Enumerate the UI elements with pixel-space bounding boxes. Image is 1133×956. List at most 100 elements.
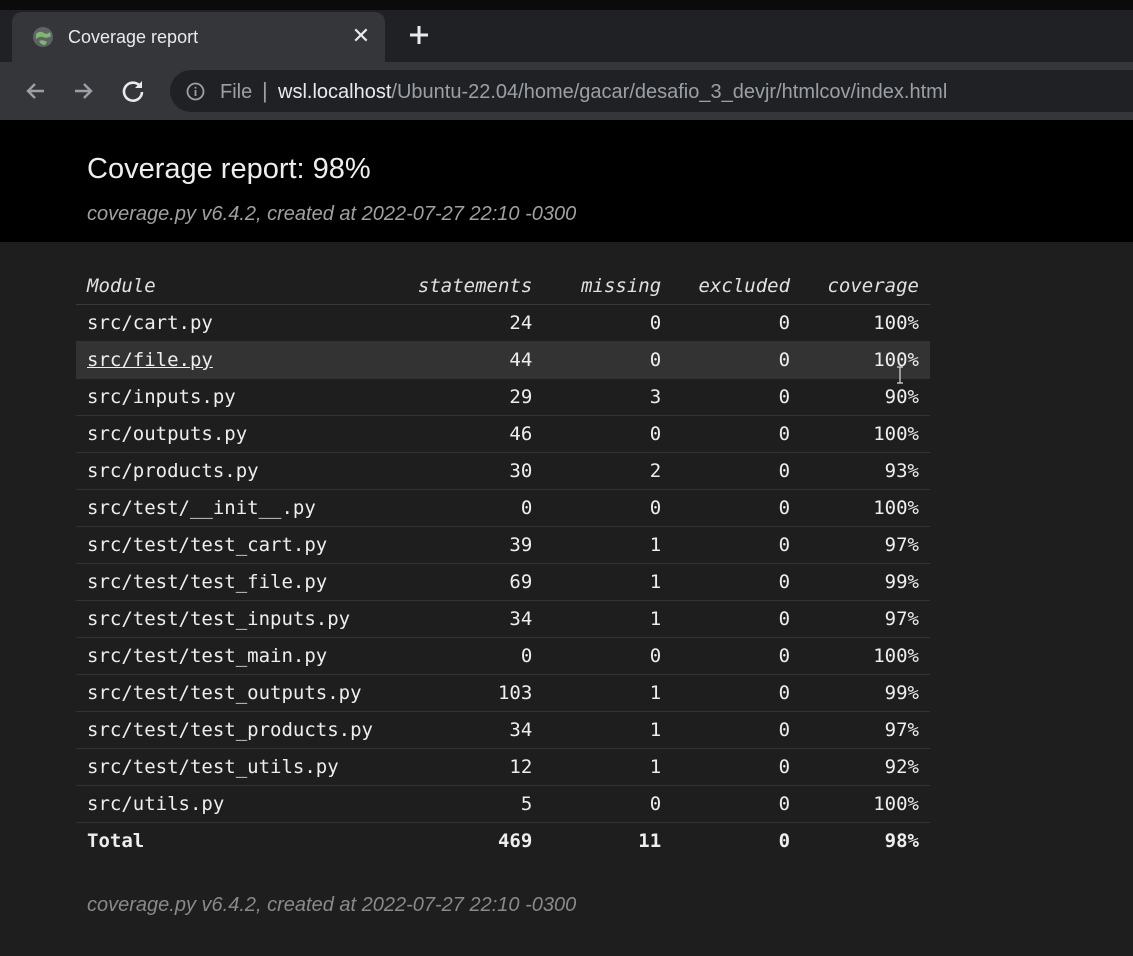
- table-row[interactable]: src/inputs.py 29 3 0 90%: [76, 378, 930, 416]
- back-arrow-icon[interactable]: [20, 76, 50, 106]
- table-row[interactable]: src/cart.py 24 0 0 100%: [76, 304, 930, 342]
- excluded-cell: 0: [672, 526, 802, 564]
- page-content: Coverage report: 98% coverage.py v6.4.2,…: [0, 120, 1133, 956]
- forward-arrow-icon[interactable]: [69, 76, 99, 106]
- statements-cell: 103: [394, 674, 544, 712]
- module-cell: src/cart.py: [76, 304, 395, 342]
- module-cell: src/test/test_outputs.py: [76, 674, 395, 712]
- url-host: wsl.localhost: [278, 81, 392, 103]
- table-row[interactable]: src/test/__init__.py 0 0 0 100%: [76, 489, 930, 527]
- coverage-cell: 100%: [801, 415, 930, 453]
- module-link[interactable]: src/test/test_cart.py: [87, 534, 327, 556]
- close-icon[interactable]: ✕: [350, 25, 372, 47]
- excluded-cell: 0: [672, 452, 802, 490]
- missing-cell: 1: [543, 563, 673, 601]
- coverage-cell: 100%: [801, 489, 930, 527]
- plus-icon[interactable]: [404, 20, 434, 50]
- module-link[interactable]: src/test/test_products.py: [87, 719, 373, 741]
- url-scheme: File: [220, 81, 253, 103]
- coverage-cell: 90%: [801, 378, 930, 416]
- table-row[interactable]: src/utils.py 5 0 0 100%: [76, 785, 930, 823]
- url-path: /Ubuntu-22.04/home/gacar/desafio_3_devjr…: [391, 81, 948, 103]
- statements-cell: 24: [394, 304, 544, 342]
- column-header-statements[interactable]: statements: [394, 268, 544, 305]
- module-link[interactable]: src/file.py: [87, 349, 213, 371]
- missing-cell: 2: [543, 452, 673, 490]
- table-row[interactable]: src/file.py 44 0 0 100%: [76, 341, 930, 379]
- module-link[interactable]: src/test/test_main.py: [87, 645, 327, 667]
- created-info: coverage.py v6.4.2, created at 2022-07-2…: [87, 203, 577, 225]
- coverage-cell: 92%: [801, 748, 930, 786]
- statements-cell: 34: [394, 711, 544, 749]
- table-row[interactable]: src/products.py 30 2 0 93%: [76, 452, 930, 490]
- module-link[interactable]: src/outputs.py: [87, 423, 247, 445]
- module-link[interactable]: src/products.py: [87, 460, 259, 482]
- window-top-edge: [0, 0, 1133, 10]
- url-separator: |: [262, 78, 268, 103]
- statements-cell: 0: [394, 637, 544, 675]
- text-cursor-icon: [897, 366, 903, 384]
- statements-cell: 29: [394, 378, 544, 416]
- excluded-cell: 0: [672, 378, 802, 416]
- coverage-cell: 100%: [801, 637, 930, 675]
- table-row[interactable]: src/test/test_inputs.py 34 1 0 97%: [76, 600, 930, 638]
- address-bar[interactable]: File | wsl.localhost/Ubuntu-22.04/home/g…: [170, 70, 1133, 112]
- excluded-cell: 0: [672, 304, 802, 342]
- table-row[interactable]: src/test/test_utils.py 12 1 0 92%: [76, 748, 930, 786]
- total-excluded: 0: [778, 830, 791, 852]
- excluded-cell: 0: [672, 600, 802, 638]
- statements-cell: 5: [394, 785, 544, 823]
- url-text[interactable]: wsl.localhost/Ubuntu-22.04/home/gacar/de…: [278, 81, 947, 103]
- reload-icon[interactable]: [118, 76, 148, 106]
- module-link[interactable]: src/test/test_file.py: [87, 571, 327, 593]
- browser-toolbar: File | wsl.localhost/Ubuntu-22.04/home/g…: [0, 62, 1133, 120]
- table-row[interactable]: src/test/test_products.py 34 1 0 97%: [76, 711, 930, 749]
- coverage-cell: 100%: [801, 304, 930, 342]
- table-header-row: Module statements missing excluded cover…: [76, 268, 930, 305]
- module-cell: src/products.py: [76, 452, 395, 490]
- table-row[interactable]: src/outputs.py 46 0 0 100%: [76, 415, 930, 453]
- excluded-cell: 0: [672, 711, 802, 749]
- total-missing: 11: [638, 830, 662, 852]
- coverage-table: Module statements missing excluded cover…: [76, 268, 930, 859]
- module-cell: src/utils.py: [76, 785, 395, 823]
- module-link[interactable]: src/test/test_inputs.py: [87, 608, 350, 630]
- coverage-cell: 97%: [801, 600, 930, 638]
- module-link[interactable]: src/utils.py: [87, 793, 224, 815]
- excluded-cell: 0: [672, 674, 802, 712]
- missing-cell: 1: [543, 674, 673, 712]
- column-header-missing[interactable]: missing: [543, 268, 673, 305]
- module-link[interactable]: src/cart.py: [87, 312, 213, 334]
- total-statements: 469: [497, 830, 533, 852]
- coverage-cell: 99%: [801, 674, 930, 712]
- table-row[interactable]: src/test/test_cart.py 39 1 0 97%: [76, 526, 930, 564]
- module-link[interactable]: src/test/test_outputs.py: [87, 682, 362, 704]
- browser-tab[interactable]: Coverage report ✕: [12, 12, 385, 62]
- total-row: Total 469 11 0 98%: [76, 823, 930, 860]
- excluded-cell: 0: [672, 341, 802, 379]
- coverage-cell: 97%: [801, 711, 930, 749]
- excluded-cell: 0: [672, 785, 802, 823]
- excluded-cell: 0: [672, 563, 802, 601]
- column-header-coverage[interactable]: coverage: [801, 268, 930, 305]
- column-header-module[interactable]: Module: [76, 268, 395, 305]
- module-link[interactable]: src/test/__init__.py: [87, 497, 316, 519]
- missing-cell: 1: [543, 748, 673, 786]
- missing-cell: 0: [543, 304, 673, 342]
- table-row[interactable]: src/test/test_outputs.py 103 1 0 99%: [76, 674, 930, 712]
- excluded-cell: 0: [672, 489, 802, 527]
- module-cell: src/test/test_main.py: [76, 637, 395, 675]
- missing-cell: 1: [543, 526, 673, 564]
- excluded-cell: 0: [672, 415, 802, 453]
- module-cell: src/test/test_utils.py: [76, 748, 395, 786]
- table-row[interactable]: src/test/test_main.py 0 0 0 100%: [76, 637, 930, 675]
- column-header-excluded[interactable]: excluded: [672, 268, 802, 305]
- missing-cell: 0: [543, 637, 673, 675]
- table-row[interactable]: src/test/test_file.py 69 1 0 99%: [76, 563, 930, 601]
- module-link[interactable]: src/test/test_utils.py: [87, 756, 339, 778]
- info-icon[interactable]: [186, 82, 205, 101]
- module-cell: src/inputs.py: [76, 378, 395, 416]
- missing-cell: 1: [543, 711, 673, 749]
- module-link[interactable]: src/inputs.py: [87, 386, 236, 408]
- module-cell: src/test/__init__.py: [76, 489, 395, 527]
